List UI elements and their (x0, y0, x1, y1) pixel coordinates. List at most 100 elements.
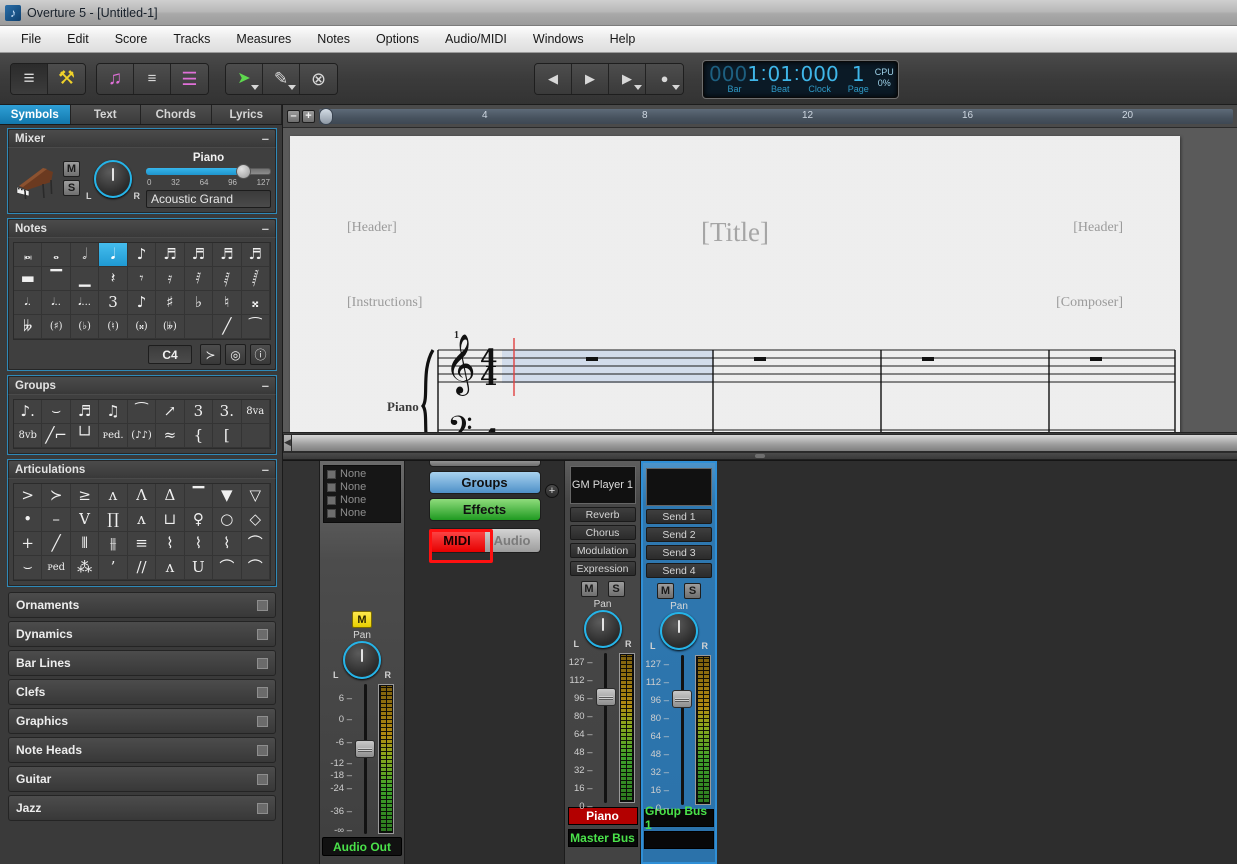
pitch-display[interactable]: C4 (148, 345, 192, 364)
symbol-fermata-bracket[interactable]: ⌒ (213, 556, 241, 580)
strip-button-modulation[interactable]: Modulation (570, 543, 636, 558)
zoom-in-button[interactable]: + (302, 110, 315, 123)
symbol-sixteenth-rest[interactable]: 𝄿 (156, 267, 184, 291)
symbol-tremolo-1[interactable]: ╱ (42, 532, 70, 556)
menu-item-help[interactable]: Help (597, 28, 649, 50)
scroll-thumb[interactable] (292, 434, 1237, 452)
symbol-arpeggio-down[interactable]: ⌇ (213, 532, 241, 556)
routing-checkbox[interactable] (327, 483, 336, 492)
volume-slider[interactable] (146, 165, 271, 177)
symbol-plus-stopped[interactable]: + (14, 532, 42, 556)
chevron-down-icon[interactable] (251, 85, 259, 90)
menu-item-edit[interactable]: Edit (54, 28, 102, 50)
symbol-double-dotted-note[interactable]: 𝅘𝅥.. (42, 291, 70, 315)
routing-item[interactable]: None (327, 468, 397, 481)
expand-icon[interactable] (257, 803, 268, 814)
symbol-crescendo-line[interactable]: ╱⌐ (42, 424, 70, 448)
strip-primary-badge[interactable]: Piano (568, 807, 638, 825)
routing-checkbox[interactable] (327, 470, 336, 479)
midi-toggle-option[interactable]: MIDI (430, 529, 485, 552)
symbol-accent-tenuto[interactable]: ≥ (71, 484, 99, 508)
scroll-left-arrow[interactable]: ◀ (283, 434, 292, 452)
channel-strip-2[interactable]: Send 1Send 2Send 3Send 4MSPanLR127 –112 … (641, 461, 717, 864)
menu-item-file[interactable]: File (8, 28, 54, 50)
page-view-icon[interactable]: ≡ (11, 64, 48, 94)
symbol-glissando[interactable]: ↗ (156, 400, 184, 424)
mute-button[interactable]: M (581, 581, 598, 597)
symbol-wedge[interactable]: ʌ (156, 556, 184, 580)
audio-out-mute-button[interactable]: M (352, 611, 372, 628)
panel-header-groups[interactable]: Groups – (8, 376, 276, 394)
collapse-icon[interactable]: – (262, 134, 269, 144)
section-dynamics[interactable]: Dynamics (8, 621, 276, 647)
symbol-whole-rest[interactable]: ▔ (42, 267, 70, 291)
symbol-harmonic[interactable]: ♀ (185, 508, 213, 532)
zoom-out-button[interactable]: – (287, 110, 300, 123)
track-list-icon[interactable]: ≡ (134, 64, 171, 94)
pencil-tool-icon[interactable]: ✎ (263, 64, 300, 94)
symbol-caesura[interactable]: // (128, 556, 156, 580)
strip-button-reverb[interactable]: Reverb (570, 507, 636, 522)
volume-fader[interactable] (673, 655, 691, 805)
symbol-onetwentyeighth-note[interactable]: ♬ (242, 243, 270, 267)
header-left-text[interactable]: [Header] (347, 220, 397, 236)
menu-item-tracks[interactable]: Tracks (160, 28, 223, 50)
symbol-half-note[interactable]: 𝅗𝅥 (71, 243, 99, 267)
volume-fader[interactable] (356, 684, 374, 834)
symbol-double-whole-rest[interactable]: ▬ (14, 267, 42, 291)
strip-button-send-1[interactable]: Send 1 (646, 509, 712, 524)
symbol-accent-staccato[interactable]: ≻ (42, 484, 70, 508)
section-jazz[interactable]: Jazz (8, 795, 276, 821)
symbol-marcato-open[interactable]: Δ (156, 484, 184, 508)
menu-item-windows[interactable]: Windows (520, 28, 597, 50)
midi-audio-toggle[interactable]: MIDI Audio (429, 528, 541, 553)
strip-button-send-2[interactable]: Send 2 (646, 527, 712, 542)
symbol-arpeggio-up[interactable]: ⌇ (156, 532, 184, 556)
symbol-grace-note[interactable]: ♪ (128, 291, 156, 315)
rewind-button[interactable]: ◀ (535, 64, 572, 94)
erase-tool-icon[interactable]: ⊗ (300, 64, 337, 94)
symbol-staccatissimo[interactable]: V (71, 508, 99, 532)
section-clefs[interactable]: Clefs (8, 679, 276, 705)
symbol-martellato[interactable]: ▼ (213, 484, 241, 508)
partial-button-above[interactable] (429, 460, 541, 467)
channel-strip-1[interactable]: GM Player 1ReverbChorusModulationExpress… (565, 461, 641, 864)
symbol-courtesy-natural[interactable]: (♮) (99, 315, 127, 339)
audio-out-label[interactable]: Audio Out (322, 837, 402, 856)
chevron-down-icon[interactable] (672, 85, 680, 90)
symbol-stem-tool[interactable]: ╱ (213, 315, 241, 339)
symbol-triplet-dotted[interactable]: 3. (213, 400, 241, 424)
panel-header-mixer[interactable]: Mixer – (8, 129, 276, 147)
symbol-breath-mark[interactable]: ’ (99, 556, 127, 580)
symbol-quarter-rest[interactable]: 𝄽 (99, 267, 127, 291)
symbol-quarter-note[interactable]: 𝅘𝅥 (99, 243, 127, 267)
midi-button[interactable]: ◎ (225, 344, 246, 365)
ruler-bar[interactable]: 48121620 (319, 109, 1233, 124)
symbol-down-bow[interactable]: ∏ (99, 508, 127, 532)
effects-button[interactable]: Effects (429, 498, 541, 521)
routing-item[interactable]: None (327, 507, 397, 520)
pan-knob[interactable] (343, 641, 381, 679)
collapse-icon[interactable]: – (262, 465, 269, 475)
strip-name-display[interactable] (646, 468, 712, 506)
expand-icon[interactable] (257, 774, 268, 785)
title-text[interactable]: [Title] (701, 217, 769, 248)
palette-tab-text[interactable]: Text (71, 105, 142, 124)
groups-button[interactable]: Groups (429, 471, 541, 494)
section-ornaments[interactable]: Ornaments (8, 592, 276, 618)
symbol-courtesy-double-flat[interactable]: (𝄫) (156, 315, 184, 339)
symbol-bracket[interactable]: [ (213, 424, 241, 448)
symbol-tremolo-2[interactable]: ⫴ (71, 532, 99, 556)
audio-toggle-option[interactable]: Audio (485, 529, 540, 552)
solo-button[interactable]: S (608, 581, 625, 597)
symbol-bracket-articulation[interactable]: ⊔ (156, 508, 184, 532)
expand-icon[interactable] (257, 745, 268, 756)
instrument-name-field[interactable]: Acoustic Grand (146, 190, 271, 208)
composer-text[interactable]: [Composer] (1056, 295, 1123, 311)
menu-item-score[interactable]: Score (102, 28, 161, 50)
score-horizontal-scrollbar[interactable]: ◀ (283, 432, 1237, 452)
expand-icon[interactable] (257, 600, 268, 611)
header-right-text[interactable]: [Header] (1073, 220, 1123, 236)
symbol-thirtysecond-note[interactable]: ♬ (185, 243, 213, 267)
symbol-triplet-group[interactable]: 3 (185, 400, 213, 424)
